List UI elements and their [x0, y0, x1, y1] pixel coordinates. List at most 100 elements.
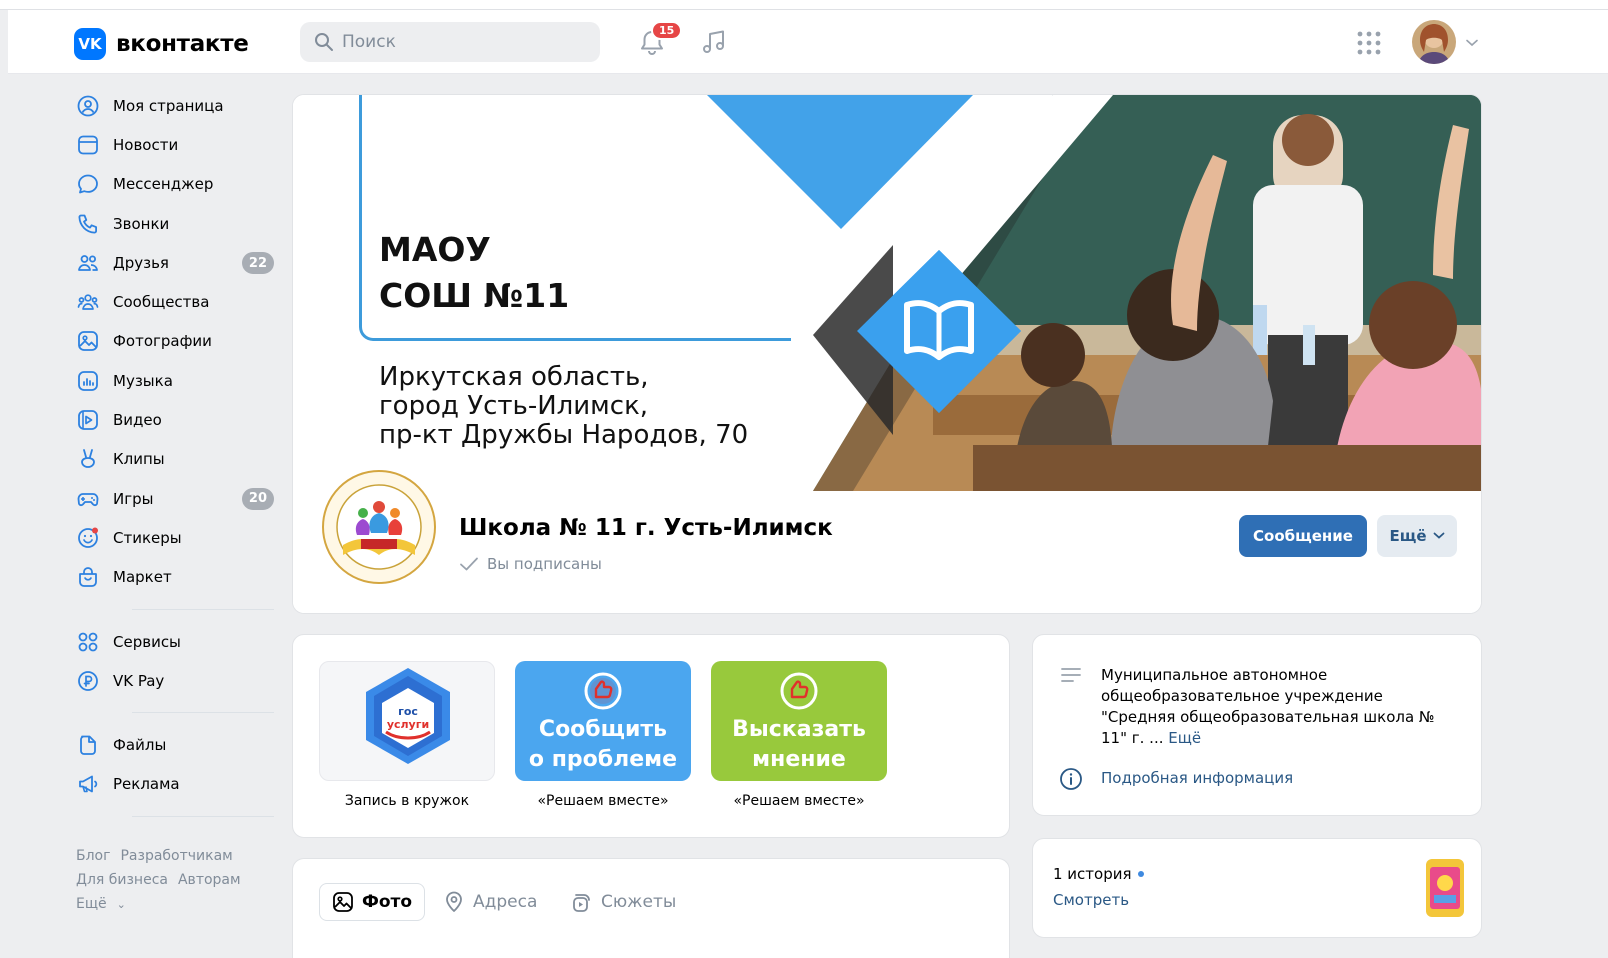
description-icon [1059, 665, 1083, 687]
sidebar-item-label: Сообщества [113, 293, 210, 312]
sidebar-item-market[interactable]: Маркет [66, 558, 276, 597]
widget-tile-share-opinion[interactable]: Высказать мнение [711, 661, 887, 781]
photo-icon [76, 329, 100, 353]
widget-caption: Запись в кружок [344, 793, 470, 809]
footer-link-authors[interactable]: Авторам [178, 872, 241, 888]
thumbs-up-icon [584, 672, 622, 710]
sidebar-item-friends[interactable]: Друзья 22 [66, 243, 276, 282]
user-avatar[interactable] [1412, 20, 1456, 64]
detailed-info-link[interactable]: Подробная информация [1101, 769, 1293, 787]
apps-button[interactable] [1356, 30, 1382, 56]
footer-link-developers[interactable]: Разработчикам [120, 848, 232, 864]
watch-stories-link[interactable]: Смотреть [1053, 891, 1129, 909]
communities-icon [76, 290, 100, 314]
sidebar-item-label: Моя страница [113, 96, 224, 115]
photo-icon [332, 891, 354, 913]
cover-title: МАОУ СОШ №11 [379, 230, 570, 315]
footer-more-link[interactable]: Ещё ⌄ [76, 892, 276, 917]
sidebar-item-photos[interactable]: Фотографии [66, 322, 276, 361]
market-icon [76, 565, 100, 589]
sidebar-item-label: Клипы [113, 450, 165, 469]
widget-tile-text: Высказать мнение [732, 717, 866, 772]
sidebar-item-ads[interactable]: Реклама [66, 765, 276, 804]
user-circle-icon [76, 94, 100, 118]
sidebar-item-label: Мессенджер [113, 175, 214, 194]
sidebar-item-video[interactable]: Видео [66, 400, 276, 439]
sidebar-item-label: Файлы [113, 736, 167, 755]
stories-icon [571, 891, 593, 913]
top-header: VK вконтакте 15 [8, 10, 1608, 74]
tab-addresses[interactable]: Адреса [431, 883, 549, 921]
services-icon [76, 630, 100, 654]
stories-count: 1 история [1053, 865, 1144, 883]
browser-top-strip [0, 0, 1608, 10]
notifications-badge: 15 [651, 21, 683, 40]
svg-text:услуги: услуги [387, 718, 429, 731]
sidebar-item-clips[interactable]: Клипы [66, 440, 276, 479]
widget-tile-text: Сообщить о проблеме [528, 717, 678, 772]
search-input[interactable] [342, 32, 582, 52]
vk-logo-mark: VK [74, 28, 106, 60]
send-message-button[interactable]: Сообщение [1239, 515, 1367, 557]
sidebar-item-label: Фотографии [113, 332, 212, 351]
sidebar-item-stickers[interactable]: Стикеры [66, 518, 276, 557]
sidebar-divider [132, 608, 274, 610]
chevron-down-icon [1433, 532, 1445, 540]
tab-stories[interactable]: Сюжеты [559, 883, 688, 921]
chevron-down-icon: ⌄ [116, 898, 126, 911]
description-more-link[interactable]: Ещё [1168, 729, 1201, 747]
files-icon [76, 733, 100, 757]
gosuslugi-logo: гос услуги [366, 668, 450, 764]
sidebar-item-services[interactable]: Сервисы [66, 622, 276, 661]
widget-caption: «Решаем вместе» [733, 793, 865, 809]
widget-caption: «Решаем вместе» [537, 793, 669, 809]
sidebar-item-calls[interactable]: Звонки [66, 204, 276, 243]
sidebar-item-vk-pay[interactable]: VK Pay [66, 661, 276, 700]
sidebar-item-games[interactable]: Игры 20 [66, 479, 276, 518]
more-actions-button[interactable]: Ещё [1377, 515, 1457, 557]
sidebar-item-label: Сервисы [113, 632, 181, 651]
sidebar-item-messenger[interactable]: Мессенджер [66, 165, 276, 204]
media-tabs-card: Фото Адреса Сюжеты [292, 858, 1010, 958]
left-sidebar: Моя страница Новости Мессенджер Звонки Д… [66, 86, 276, 829]
games-count-badge: 20 [241, 487, 274, 510]
tab-photos[interactable]: Фото [319, 883, 426, 921]
search-box[interactable] [300, 22, 600, 62]
community-cover-card: МАОУ СОШ №11 Иркутская область, город Ус… [292, 94, 1482, 614]
news-icon [76, 133, 100, 157]
sidebar-item-my-page[interactable]: Моя страница [66, 86, 276, 125]
friends-count-badge: 22 [241, 252, 274, 275]
community-name: Школа № 11 г. Усть-Илимск [459, 515, 833, 541]
vk-logo[interactable]: VK вконтакте [74, 28, 249, 60]
sidebar-item-news[interactable]: Новости [66, 125, 276, 164]
svg-text:гос: гос [398, 705, 418, 718]
notifications-button[interactable]: 15 [638, 21, 683, 56]
subscription-status[interactable]: Вы подписаны [459, 555, 602, 573]
footer-link-business[interactable]: Для бизнеса [76, 872, 168, 888]
footer-link-blog[interactable]: Блог [76, 848, 110, 864]
sidebar-item-label: Друзья [113, 253, 169, 272]
community-profile-bar: Школа № 11 г. Усть-Илимск Вы подписаны С… [293, 465, 1481, 613]
widget-tile-club-signup[interactable]: гос услуги [319, 661, 495, 781]
chevron-down-icon[interactable] [1466, 39, 1478, 47]
ads-icon [76, 772, 100, 796]
sidebar-item-files[interactable]: Файлы [66, 725, 276, 764]
music-icon [76, 369, 100, 393]
sidebar-footer-links: Блог Разработчикам Для бизнеса Авторам Ещё… [76, 844, 276, 917]
sidebar-item-music[interactable]: Музыка [66, 361, 276, 400]
unread-dot [1137, 871, 1144, 877]
school-emblem-avatar[interactable] [317, 465, 441, 589]
story-thumbnail[interactable] [1426, 859, 1464, 917]
stories-card: 1 история Смотреть [1032, 838, 1482, 938]
sidebar-item-label: VK Pay [113, 671, 165, 690]
stickers-icon [76, 526, 100, 550]
widget-tile-report-problem[interactable]: Сообщить о проблеме [515, 661, 691, 781]
music-player-button[interactable] [700, 28, 728, 56]
cover-image: МАОУ СОШ №11 Иркутская область, город Ус… [293, 95, 1481, 491]
sidebar-item-communities[interactable]: Сообщества [66, 282, 276, 321]
checkmark-icon [459, 556, 479, 572]
sidebar-item-label: Реклама [113, 775, 180, 794]
cover-address: Иркутская область, город Усть-Илимск, пр… [379, 362, 749, 450]
music-note-icon [700, 28, 728, 56]
info-icon [1059, 767, 1083, 791]
